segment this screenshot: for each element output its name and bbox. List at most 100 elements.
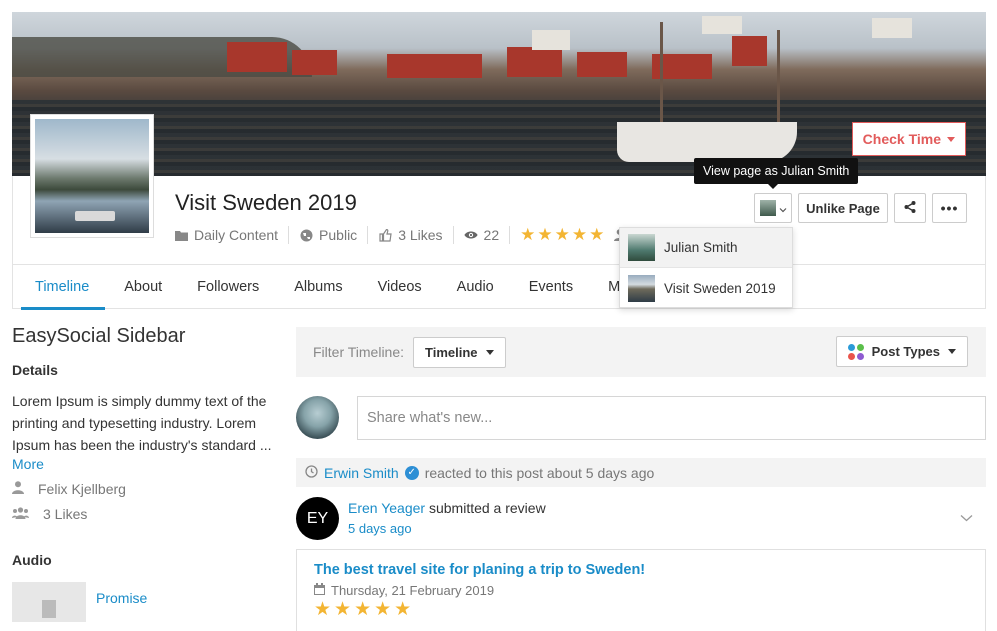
unlike-page-button[interactable]: Unlike Page <box>798 193 888 223</box>
author-avatar[interactable]: EY <box>296 497 339 540</box>
julian-avatar <box>628 234 655 261</box>
caret-down-icon <box>948 349 956 354</box>
owner-line: Felix Kjellberg <box>12 481 277 497</box>
cover-mast <box>660 22 663 132</box>
ellipsis-icon: ••• <box>940 200 959 216</box>
cover-house <box>507 47 562 77</box>
filter-label: Filter Timeline: <box>313 344 405 360</box>
cover-house <box>292 50 337 75</box>
user-avatar[interactable] <box>296 396 339 439</box>
page: Check Time Visit Sweden 2019 Daily Conte… <box>0 0 997 631</box>
view-as-button[interactable] <box>754 193 792 223</box>
share-button[interactable] <box>894 193 926 223</box>
view-as-option-label: Visit Sweden 2019 <box>664 280 776 296</box>
view-as-option-page[interactable]: Visit Sweden 2019 <box>620 268 792 308</box>
calendar-icon <box>314 583 325 598</box>
tab-timeline[interactable]: Timeline <box>20 265 106 310</box>
cover-house <box>577 52 627 77</box>
tab-videos[interactable]: Videos <box>378 265 422 309</box>
check-time-button[interactable]: Check Time <box>851 122 966 156</box>
tab-followers[interactable]: Followers <box>197 265 259 309</box>
meta-privacy: Public <box>299 226 369 244</box>
reaction-notice: Erwin Smith ✓ reacted to this post about… <box>296 458 986 487</box>
likes-line: 3 Likes <box>12 506 277 522</box>
details-text: Lorem Ipsum is simply dummy text of the … <box>12 393 272 453</box>
view-as-option-label: Julian Smith <box>664 240 738 255</box>
cover-house <box>732 36 767 66</box>
cover-house <box>702 16 742 34</box>
caret-down-icon <box>947 136 955 142</box>
post-types-icon <box>847 343 864 360</box>
thumbs-up-icon <box>378 228 392 242</box>
page-title: Visit Sweden 2019 <box>175 190 357 215</box>
more-options-button[interactable]: ••• <box>932 193 967 223</box>
check-time-label: Check Time <box>862 131 941 147</box>
activity-time[interactable]: 5 days ago <box>348 521 412 536</box>
timeline-filter-button[interactable]: Timeline <box>413 336 506 368</box>
tab-about[interactable]: About <box>124 265 162 309</box>
reaction-text: reacted to this post about 5 days ago <box>424 464 655 481</box>
cover-house <box>227 42 287 72</box>
view-as-menu: Julian Smith Visit Sweden 2019 <box>619 227 793 308</box>
reactor-name[interactable]: Erwin Smith <box>324 465 399 481</box>
review-card: The best travel site for planing a trip … <box>296 549 986 631</box>
page-avatar-small <box>628 274 655 302</box>
owner-name[interactable]: Felix Kjellberg <box>38 481 126 497</box>
view-as-tooltip: View page as Julian Smith <box>694 158 859 189</box>
review-date-line: Thursday, 21 February 2019 <box>314 583 968 598</box>
sidebar-title: EasySocial Sidebar <box>12 325 186 347</box>
page-meta: Daily Content Public 3 Likes 22 ★★★★★ <box>174 225 646 244</box>
cover-boat <box>617 122 797 162</box>
meta-views: 22 <box>464 226 511 244</box>
user-icon <box>12 481 24 497</box>
clock-icon <box>305 464 318 481</box>
audio-item[interactable]: Promise <box>12 582 277 622</box>
tab-audio[interactable]: Audio <box>457 265 494 309</box>
share-status-input[interactable]: Share what's new... <box>357 396 986 440</box>
meta-privacy-label: Public <box>319 227 358 243</box>
timeline-filter-bar: Filter Timeline: Timeline Post Types <box>296 327 986 377</box>
tab-events[interactable]: Events <box>529 265 573 309</box>
post-options-chevron-icon[interactable] <box>960 509 973 525</box>
meta-likes[interactable]: 3 Likes <box>378 226 454 244</box>
activity-action: submitted a review <box>428 500 546 516</box>
tab-albums[interactable]: Albums <box>294 265 342 309</box>
chevron-down-icon <box>779 201 787 216</box>
timeline-filter-label: Timeline <box>425 344 478 360</box>
eye-icon <box>464 230 478 240</box>
cover-house <box>532 30 570 50</box>
likes-count: 3 Likes <box>43 506 88 522</box>
cover-house <box>387 54 482 78</box>
activity-headline: Eren Yeager submitted a review <box>348 500 546 516</box>
caret-down-icon <box>485 349 494 355</box>
globe-icon <box>299 229 313 242</box>
review-title[interactable]: The best travel site for planing a trip … <box>314 562 968 578</box>
meta-likes-label: 3 Likes <box>398 227 443 243</box>
folder-icon <box>174 230 188 241</box>
cover-photo: Check Time <box>12 12 986 176</box>
page-avatar[interactable] <box>30 114 154 238</box>
audio-thumbnail[interactable] <box>12 582 86 622</box>
details-heading: Details <box>12 362 58 378</box>
sidebar: EasySocial Sidebar Details Lorem Ipsum i… <box>12 325 277 622</box>
meta-views-label: 22 <box>483 227 500 243</box>
post-types-button[interactable]: Post Types <box>835 336 968 367</box>
share-icon <box>904 200 916 216</box>
view-as-option-julian[interactable]: Julian Smith <box>620 228 792 268</box>
author-name[interactable]: Eren Yeager <box>348 500 425 516</box>
review-stars: ★★★★★ <box>314 599 415 620</box>
audio-title[interactable]: Promise <box>96 590 147 622</box>
cover-house <box>872 18 912 38</box>
users-icon <box>12 506 29 522</box>
more-link[interactable]: More <box>12 456 277 472</box>
meta-category-label: Daily Content <box>194 227 279 243</box>
page-avatar-image <box>35 119 149 233</box>
post-types-label: Post Types <box>871 344 940 359</box>
cover-mast <box>777 30 780 130</box>
page-tabs: Timeline About Followers Albums Videos A… <box>12 264 986 310</box>
meta-category[interactable]: Daily Content <box>174 226 290 244</box>
review-date: Thursday, 21 February 2019 <box>331 583 495 598</box>
verified-icon: ✓ <box>404 465 419 480</box>
audio-heading: Audio <box>12 552 52 568</box>
rating-stars: ★★★★★ <box>520 225 607 244</box>
